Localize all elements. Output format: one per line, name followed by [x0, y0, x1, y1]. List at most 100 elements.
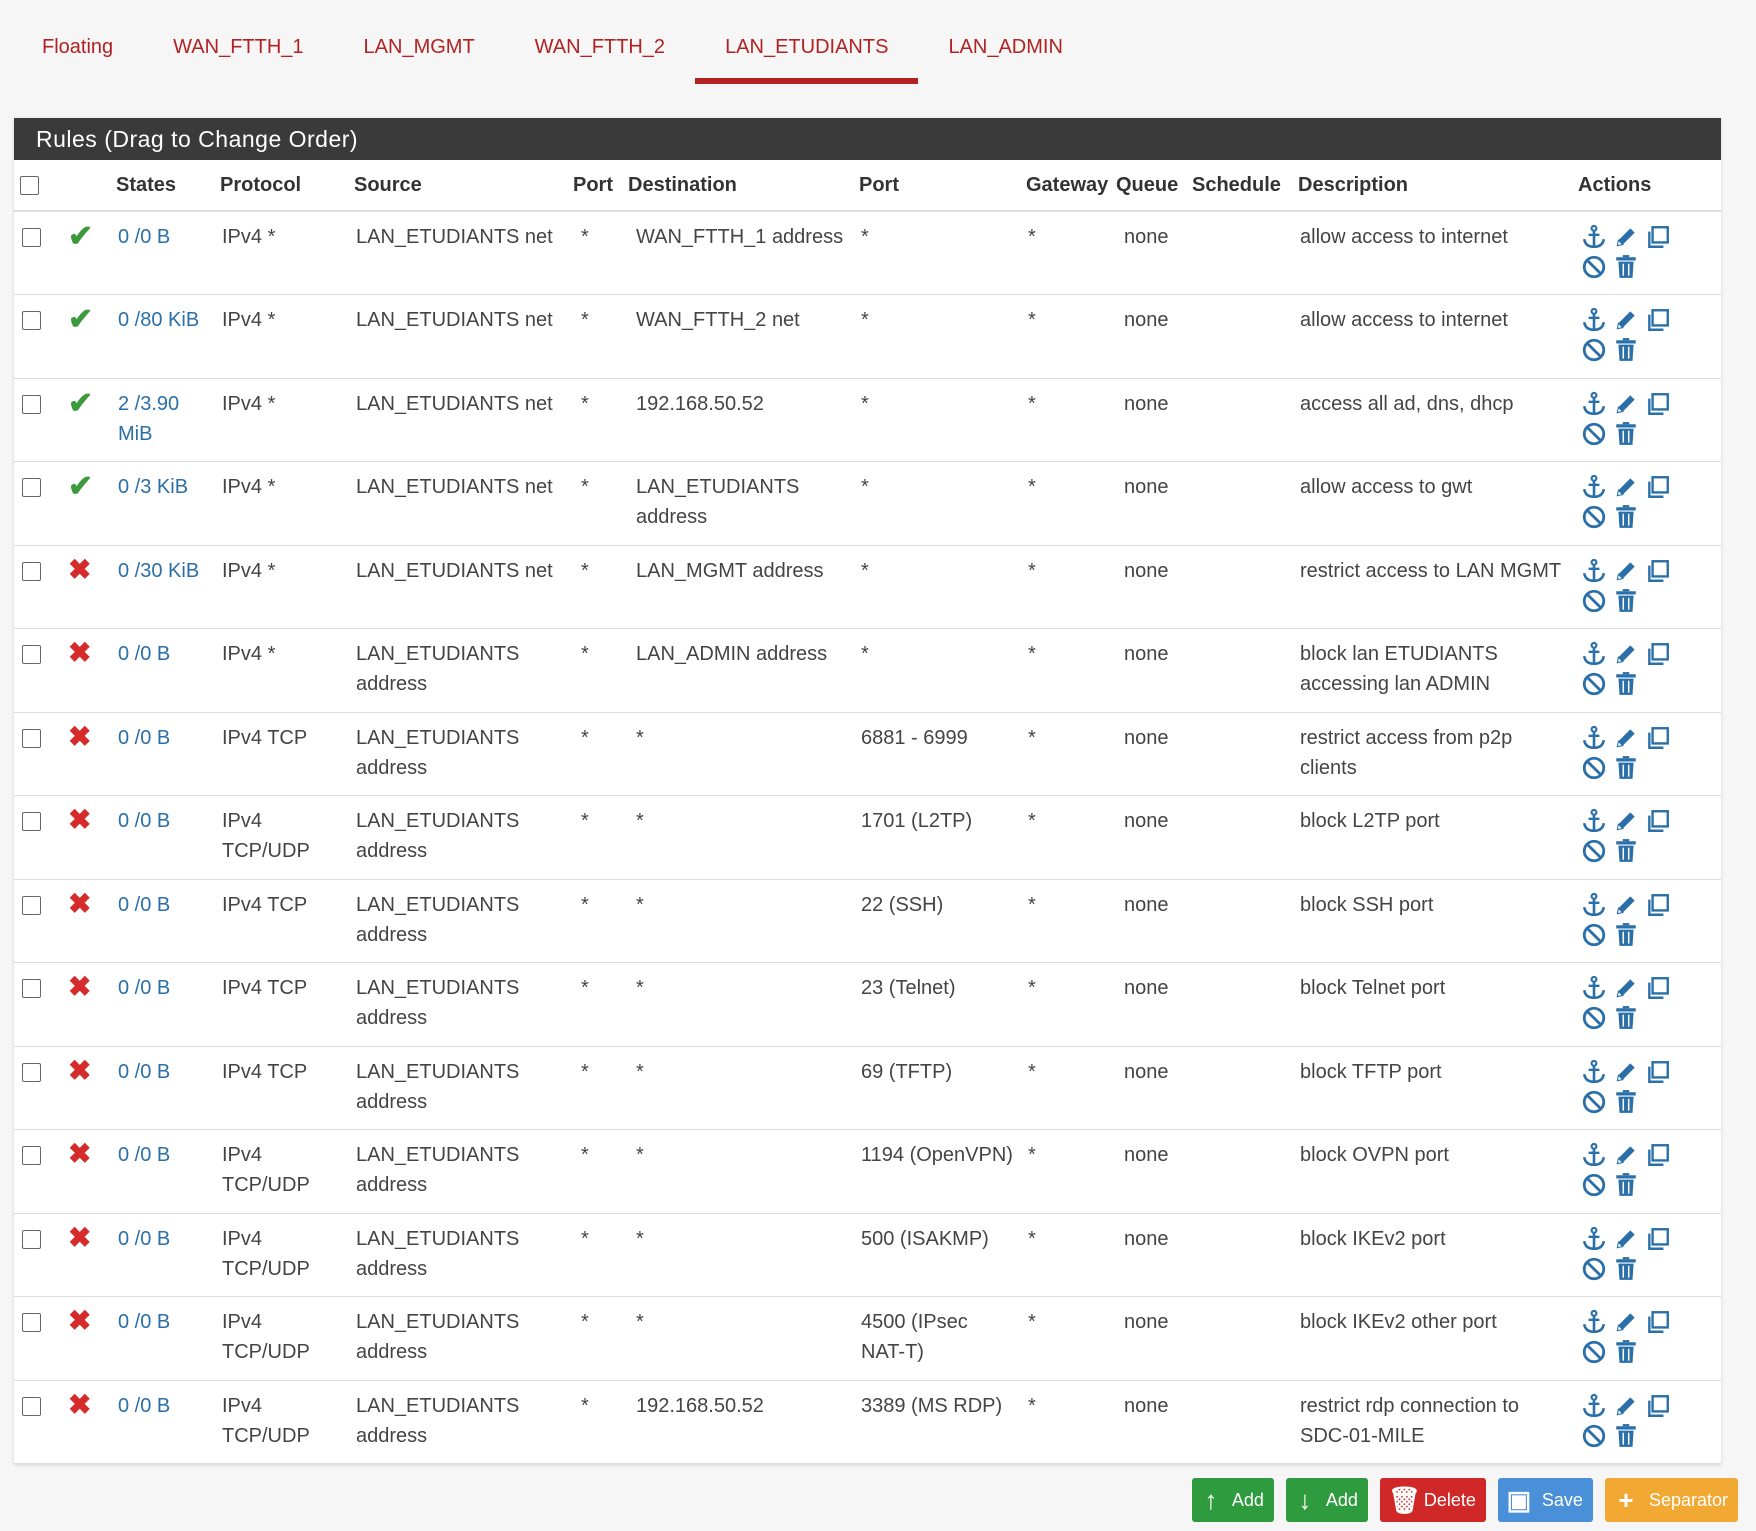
- trash-icon[interactable]: [1612, 1338, 1640, 1366]
- copy-icon[interactable]: [1644, 1058, 1672, 1086]
- pencil-icon[interactable]: [1612, 807, 1640, 835]
- tab-lan-admin[interactable]: LAN_ADMIN: [918, 0, 1092, 98]
- pencil-icon[interactable]: [1612, 974, 1640, 1002]
- anchor-icon[interactable]: [1580, 1392, 1608, 1420]
- tab-wan-ftth-2[interactable]: WAN_FTTH_2: [505, 0, 695, 98]
- table-row[interactable]: ✖ 0 /30 KiB IPv4 * LAN_ETUDIANTS net * LAN_MG…: [14, 545, 1721, 629]
- anchor-icon[interactable]: [1580, 724, 1608, 752]
- disable-icon[interactable]: [1580, 921, 1608, 949]
- x-icon[interactable]: ✖: [68, 1055, 91, 1086]
- disable-icon[interactable]: [1580, 1088, 1608, 1116]
- copy-icon[interactable]: [1644, 1308, 1672, 1336]
- row-checkbox[interactable]: [22, 311, 41, 330]
- copy-icon[interactable]: [1644, 223, 1672, 251]
- copy-icon[interactable]: [1644, 724, 1672, 752]
- table-row[interactable]: ✔ 2 /3.90 MiB IPv4 * LAN_ETUDIANTS net * 192.…: [14, 378, 1721, 462]
- x-icon[interactable]: ✖: [68, 1305, 91, 1336]
- anchor-icon[interactable]: [1580, 974, 1608, 1002]
- table-row[interactable]: ✖ 0 /0 B IPv4 * LAN_ETUDIANTS address * LAN_A…: [14, 628, 1721, 713]
- trash-icon[interactable]: [1612, 670, 1640, 698]
- pencil-icon[interactable]: [1612, 1141, 1640, 1169]
- copy-icon[interactable]: [1644, 390, 1672, 418]
- row-checkbox[interactable]: [22, 1146, 41, 1165]
- check-icon[interactable]: ✔: [68, 470, 93, 503]
- pencil-icon[interactable]: [1612, 640, 1640, 668]
- table-row[interactable]: ✖ 0 /0 B IPv4 TCP LAN_ETUDIANTS address * * 68…: [14, 712, 1721, 796]
- row-checkbox[interactable]: [22, 1396, 41, 1416]
- copy-icon[interactable]: [1644, 1141, 1672, 1169]
- x-icon[interactable]: ✖: [68, 1222, 91, 1253]
- row-checkbox[interactable]: [22, 478, 41, 497]
- disable-icon[interactable]: [1580, 670, 1608, 698]
- pencil-icon[interactable]: [1612, 891, 1640, 919]
- row-checkbox[interactable]: [22, 979, 41, 998]
- pencil-icon[interactable]: [1612, 306, 1640, 334]
- x-icon[interactable]: ✖: [68, 1389, 91, 1420]
- states-link[interactable]: 0 /0 B: [110, 712, 214, 796]
- check-icon[interactable]: ✔: [68, 387, 93, 420]
- disable-icon[interactable]: [1580, 1171, 1608, 1199]
- x-icon[interactable]: ✖: [68, 971, 91, 1002]
- row-checkbox[interactable]: [22, 394, 41, 414]
- pencil-icon[interactable]: [1612, 1225, 1640, 1253]
- tab-wan-ftth-1[interactable]: WAN_FTTH_1: [143, 0, 333, 98]
- select-all-checkbox[interactable]: [20, 175, 39, 195]
- table-row[interactable]: ✖ 0 /0 B IPv4 TCP/UDP LAN_ETUDIANTS address…: [14, 795, 1721, 880]
- x-icon[interactable]: ✖: [68, 888, 91, 919]
- disable-icon[interactable]: [1580, 1255, 1608, 1283]
- pencil-icon[interactable]: [1612, 473, 1640, 501]
- trash-icon[interactable]: [1612, 587, 1640, 615]
- anchor-icon[interactable]: [1580, 390, 1608, 418]
- pencil-icon[interactable]: [1612, 223, 1640, 251]
- trash-icon[interactable]: [1612, 336, 1640, 364]
- row-checkbox[interactable]: [22, 1313, 41, 1332]
- tab-floating[interactable]: Floating: [12, 0, 143, 98]
- trash-icon[interactable]: [1612, 1088, 1640, 1116]
- anchor-icon[interactable]: [1580, 891, 1608, 919]
- anchor-icon[interactable]: [1580, 473, 1608, 501]
- trash-icon[interactable]: [1612, 921, 1640, 949]
- anchor-icon[interactable]: [1580, 223, 1608, 251]
- anchor-icon[interactable]: [1580, 306, 1608, 334]
- x-icon[interactable]: ✖: [68, 804, 91, 835]
- disable-icon[interactable]: [1580, 754, 1608, 782]
- anchor-icon[interactable]: [1580, 807, 1608, 835]
- states-link[interactable]: 2 /3.90 MiB: [110, 378, 214, 462]
- trash-icon[interactable]: [1612, 1255, 1640, 1283]
- states-link[interactable]: 0 /0 B: [110, 1296, 214, 1381]
- pencil-icon[interactable]: [1612, 390, 1640, 418]
- states-link[interactable]: 0 /80 KiB: [110, 294, 214, 379]
- disable-icon[interactable]: [1580, 837, 1608, 865]
- row-checkbox[interactable]: [22, 228, 41, 247]
- copy-icon[interactable]: [1644, 640, 1672, 668]
- check-icon[interactable]: ✔: [68, 220, 93, 253]
- x-icon[interactable]: ✖: [68, 1138, 91, 1169]
- disable-icon[interactable]: [1580, 336, 1608, 364]
- table-row[interactable]: ✖ 0 /0 B IPv4 TCP/UDP LAN_ETUDIANTS address…: [14, 1380, 1721, 1464]
- pencil-icon[interactable]: [1612, 1392, 1640, 1420]
- anchor-icon[interactable]: [1580, 640, 1608, 668]
- table-row[interactable]: ✖ 0 /0 B IPv4 TCP/UDP LAN_ETUDIANTS address…: [14, 1296, 1721, 1381]
- table-row[interactable]: ✖ 0 /0 B IPv4 TCP LAN_ETUDIANTS address * * 23…: [14, 962, 1721, 1047]
- row-checkbox[interactable]: [22, 1062, 41, 1082]
- states-link[interactable]: 0 /0 B: [110, 628, 214, 713]
- x-icon[interactable]: ✖: [68, 554, 91, 585]
- copy-icon[interactable]: [1644, 1225, 1672, 1253]
- tab-lan-etudiants[interactable]: LAN_ETUDIANTS: [695, 0, 919, 98]
- anchor-icon[interactable]: [1580, 1141, 1608, 1169]
- x-icon[interactable]: ✖: [68, 721, 91, 752]
- row-checkbox[interactable]: [22, 645, 41, 664]
- add-rule-bottom-button[interactable]: ↓ Add: [1285, 1478, 1368, 1522]
- states-link[interactable]: 0 /0 B: [110, 1213, 214, 1297]
- anchor-icon[interactable]: [1580, 1308, 1608, 1336]
- states-link[interactable]: 0 /30 KiB: [110, 545, 214, 629]
- trash-icon[interactable]: [1612, 1422, 1640, 1450]
- copy-icon[interactable]: [1644, 473, 1672, 501]
- disable-icon[interactable]: [1580, 587, 1608, 615]
- table-row[interactable]: ✔ 0 /0 B IPv4 * LAN_ETUDIANTS net * WAN_FTTH_…: [14, 211, 1721, 295]
- row-checkbox[interactable]: [22, 895, 41, 915]
- anchor-icon[interactable]: [1580, 1225, 1608, 1253]
- table-row[interactable]: ✖ 0 /0 B IPv4 TCP LAN_ETUDIANTS address * * 69…: [14, 1046, 1721, 1130]
- states-link[interactable]: 0 /0 B: [110, 1046, 214, 1130]
- row-checkbox[interactable]: [22, 728, 41, 748]
